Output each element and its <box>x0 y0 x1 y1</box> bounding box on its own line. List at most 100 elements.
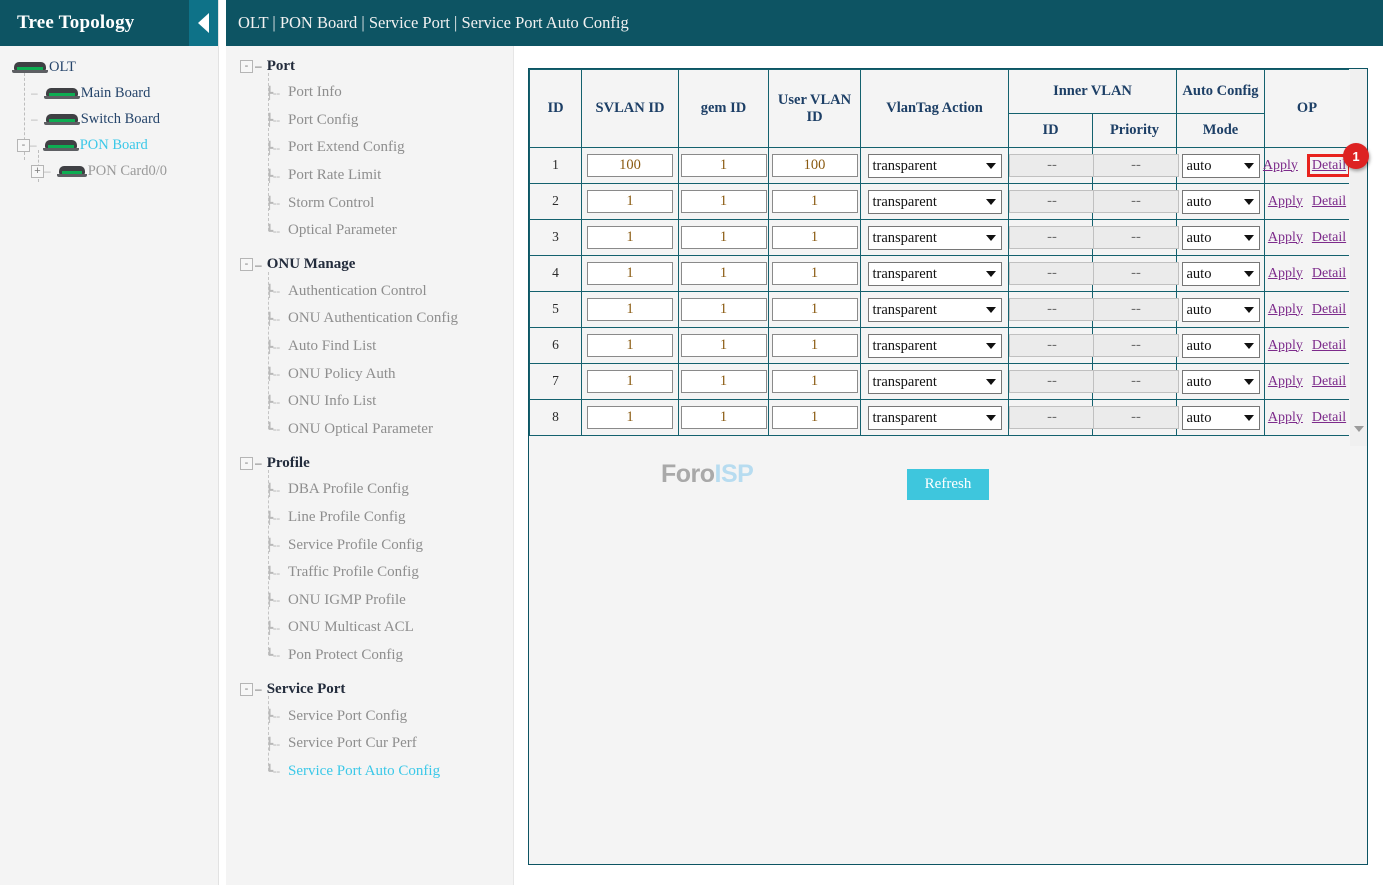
menu-item-authentication-control[interactable]: ┡--Authentication Control <box>226 278 513 306</box>
apply-link[interactable]: Apply <box>1263 158 1298 174</box>
svlan-id-input[interactable] <box>587 190 673 213</box>
vlantag-action-select[interactable]: transparent <box>868 190 1002 214</box>
menu-item-pon-protect-config[interactable]: ┗--Pon Protect Config <box>226 642 513 670</box>
scrollbar-thumb[interactable] <box>1350 69 1367 399</box>
menu-item-onu-policy-auth[interactable]: ┡--ONU Policy Auth <box>226 360 513 388</box>
auto-config-mode-select[interactable]: auto <box>1182 262 1260 286</box>
menu-item-storm-control[interactable]: ┡--Storm Control <box>226 189 513 217</box>
gem-id-input[interactable] <box>681 298 767 321</box>
menu-item-port-extend-config[interactable]: ┡--Port Extend Config <box>226 134 513 162</box>
auto-config-mode-select[interactable]: auto <box>1182 190 1260 214</box>
menu-group-profile[interactable]: - – Profile <box>226 450 513 476</box>
menu-item-auto-find-list[interactable]: ┡--Auto Find List <box>226 333 513 361</box>
svlan-id-input[interactable] <box>587 262 673 285</box>
user-vlan-id-input[interactable] <box>772 298 858 321</box>
tree-node-main-board[interactable]: – Main Board <box>0 80 218 106</box>
gem-id-input[interactable] <box>681 406 767 429</box>
detail-link[interactable]: Detail <box>1312 410 1346 426</box>
auto-config-mode-select[interactable]: auto <box>1182 298 1260 322</box>
apply-link[interactable]: Apply <box>1268 338 1303 354</box>
user-vlan-id-input[interactable] <box>772 406 858 429</box>
vlantag-action-select[interactable]: transparent <box>868 154 1002 178</box>
menu-item-port-rate-limit[interactable]: ┡--Port Rate Limit <box>226 162 513 190</box>
detail-link[interactable]: Detail <box>1312 230 1346 246</box>
menu-expander-icon[interactable]: - <box>240 60 253 73</box>
menu-item-port-info[interactable]: ┡--Port Info <box>226 79 513 107</box>
gem-id-input[interactable] <box>681 370 767 393</box>
tree-node-olt[interactable]: OLT <box>0 54 218 80</box>
detail-link[interactable]: Detail <box>1312 338 1346 354</box>
vlantag-action-select[interactable]: transparent <box>868 334 1002 358</box>
menu-item-dba-profile-config[interactable]: ┡--DBA Profile Config <box>226 476 513 504</box>
menu-item-service-port-cur-perf[interactable]: ┡--Service Port Cur Perf <box>226 730 513 758</box>
detail-link[interactable]: Detail <box>1312 194 1346 210</box>
apply-link[interactable]: Apply <box>1268 374 1303 390</box>
menu-expander-icon[interactable]: - <box>240 258 253 271</box>
vlantag-action-select[interactable]: transparent <box>868 262 1002 286</box>
table-vertical-scrollbar[interactable] <box>1350 69 1367 446</box>
gem-id-input[interactable] <box>681 262 767 285</box>
tree-expander-collapse-icon[interactable]: - <box>17 139 30 152</box>
gem-id-input[interactable] <box>681 226 767 249</box>
detail-link[interactable]: Detail <box>1312 302 1346 318</box>
user-vlan-id-input[interactable] <box>772 226 858 249</box>
menu-item-service-profile-config[interactable]: ┡--Service Profile Config <box>226 531 513 559</box>
apply-link[interactable]: Apply <box>1268 410 1303 426</box>
vlantag-action-select[interactable]: transparent <box>868 406 1002 430</box>
svlan-id-input[interactable] <box>587 334 673 357</box>
svlan-id-input[interactable] <box>587 406 673 429</box>
user-vlan-id-input[interactable] <box>772 262 858 285</box>
apply-link[interactable]: Apply <box>1268 194 1303 210</box>
menu-item-service-port-auto-config[interactable]: ┗--Service Port Auto Config <box>226 757 513 785</box>
apply-link[interactable]: Apply <box>1268 230 1303 246</box>
menu-item-port-config[interactable]: ┡--Port Config <box>226 107 513 135</box>
menu-expander-icon[interactable]: - <box>240 683 253 696</box>
tree-node-label: PON Card0/0 <box>88 163 167 180</box>
menu-item-service-port-config[interactable]: ┡--Service Port Config <box>226 702 513 730</box>
menu-item-onu-multicast-acl[interactable]: ┡--ONU Multicast ACL <box>226 614 513 642</box>
auto-config-mode-select[interactable]: auto <box>1182 226 1260 250</box>
menu-expander-icon[interactable]: - <box>240 457 253 470</box>
gem-id-input[interactable] <box>681 334 767 357</box>
vlantag-action-select[interactable]: transparent <box>868 298 1002 322</box>
menu-item-traffic-profile-config[interactable]: ┡--Traffic Profile Config <box>226 559 513 587</box>
user-vlan-id-input[interactable] <box>772 190 858 213</box>
menu-group-port[interactable]: - – Port <box>226 53 513 79</box>
user-vlan-id-input[interactable] <box>772 154 858 177</box>
tree-node-pon-card[interactable]: + – PON Card0/0 <box>0 158 218 184</box>
auto-config-mode-select[interactable]: auto <box>1182 334 1260 358</box>
auto-config-mode-select[interactable]: auto <box>1182 154 1260 178</box>
user-vlan-id-input[interactable] <box>772 370 858 393</box>
menu-item-line-profile-config[interactable]: ┡--Line Profile Config <box>226 504 513 532</box>
menu-item-optical-parameter[interactable]: ┗--Optical Parameter <box>226 217 513 245</box>
auto-config-mode-select[interactable]: auto <box>1182 406 1260 430</box>
apply-link[interactable]: Apply <box>1268 266 1303 282</box>
svlan-id-input[interactable] <box>587 298 673 321</box>
detail-link[interactable]: Detail <box>1312 374 1346 390</box>
sidebar-collapse-button[interactable] <box>189 0 218 46</box>
gem-id-input[interactable] <box>681 154 767 177</box>
apply-link[interactable]: Apply <box>1268 302 1303 318</box>
tree-expander-expand-icon[interactable]: + <box>31 165 44 178</box>
menu-item-onu-authentication-config[interactable]: ┡--ONU Authentication Config <box>226 305 513 333</box>
refresh-button[interactable]: Refresh <box>907 469 990 500</box>
menu-group-service-port[interactable]: - – Service Port <box>226 676 513 702</box>
svlan-id-input[interactable] <box>587 370 673 393</box>
user-vlan-id-input[interactable] <box>772 334 858 357</box>
vlantag-action-select[interactable]: transparent <box>868 370 1002 394</box>
svlan-id-input[interactable] <box>587 226 673 249</box>
svlan-id-input[interactable] <box>587 154 673 177</box>
menu-item-onu-optical-parameter[interactable]: ┗--ONU Optical Parameter <box>226 416 513 444</box>
menu-group-label: Profile <box>267 455 310 472</box>
row-id-value: 5 <box>552 301 559 316</box>
menu-group-onu-manage[interactable]: - – ONU Manage <box>226 252 513 278</box>
auto-config-mode-select[interactable]: auto <box>1182 370 1260 394</box>
tree-node-pon-board[interactable]: - – PON Board <box>0 132 218 158</box>
detail-link[interactable]: Detail <box>1312 266 1346 282</box>
menu-item-onu-igmp-profile[interactable]: ┡--ONU IGMP Profile <box>226 587 513 615</box>
tree-node-switch-board[interactable]: – Switch Board <box>0 106 218 132</box>
chevron-down-icon[interactable] <box>1354 426 1364 432</box>
gem-id-input[interactable] <box>681 190 767 213</box>
menu-item-onu-info-list[interactable]: ┡--ONU Info List <box>226 388 513 416</box>
vlantag-action-select[interactable]: transparent <box>868 226 1002 250</box>
